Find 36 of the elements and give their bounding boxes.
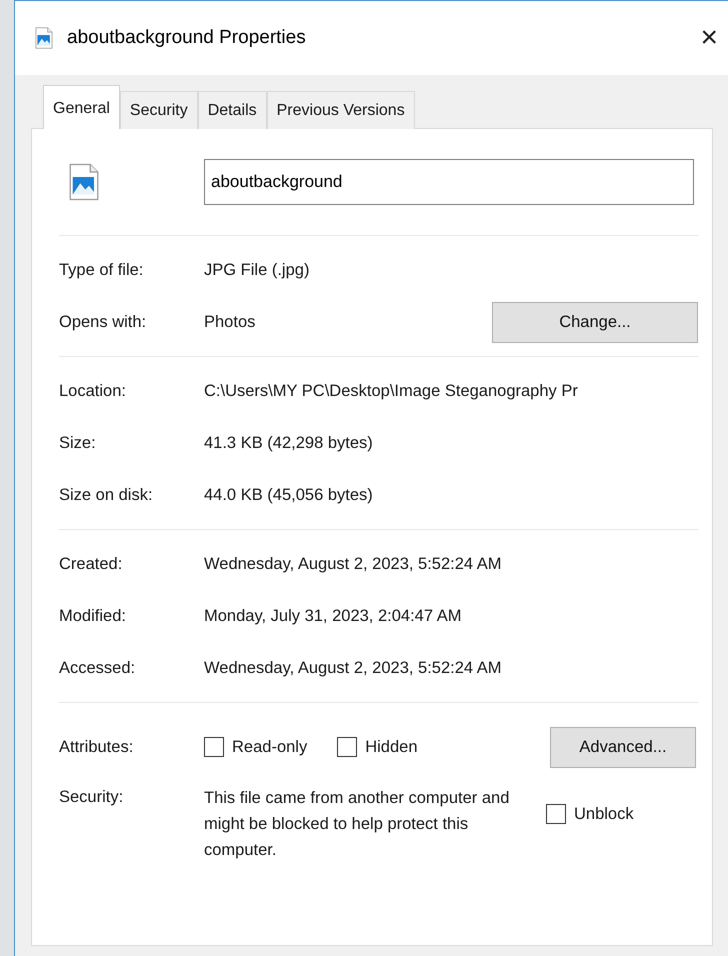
advanced-button[interactable]: Advanced...: [550, 726, 696, 768]
field-value: 44.0 KB (45,056 bytes): [204, 484, 373, 506]
file-name-field[interactable]: aboutbackground: [204, 159, 694, 205]
checkbox-label: Read-only: [232, 736, 308, 758]
field-value: Wednesday, August 2, 2023, 5:52:24 AM: [204, 658, 502, 679]
checkbox[interactable]: [546, 804, 566, 824]
field-value: Monday, July 31, 2023, 2:04:47 AM: [204, 606, 462, 627]
image-file-icon: [69, 163, 99, 201]
field-label: Size on disk:: [59, 484, 154, 506]
field-value: C:\Users\MY PC\Desktop\Image Steganography Pr: [204, 380, 578, 402]
field-label: Created:: [59, 554, 124, 575]
checkbox-label: Hidden: [365, 736, 418, 758]
field-label: Attributes:: [59, 736, 134, 758]
checkbox[interactable]: [204, 737, 224, 757]
field-label: Accessed:: [59, 658, 136, 679]
field-value: 41.3 KB (42,298 bytes): [204, 432, 373, 454]
tab[interactable]: Security: [120, 91, 198, 129]
change-button[interactable]: Change...: [492, 302, 698, 342]
field-value: JPG File (.jpg): [204, 260, 310, 281]
tab[interactable]: General: [43, 85, 120, 129]
tab[interactable]: Details: [198, 91, 267, 129]
field-value: Photos: [204, 312, 256, 333]
checkbox[interactable]: [337, 737, 358, 757]
field-label: Modified:: [59, 606, 127, 627]
close-button[interactable]: ×: [694, 22, 724, 54]
tab[interactable]: Previous Versions: [266, 91, 415, 129]
field-label: Security:: [59, 787, 124, 808]
field-value: Wednesday, August 2, 2023, 5:52:24 AM: [204, 554, 502, 575]
image-file-icon: [35, 27, 53, 49]
field-label: Location:: [59, 380, 127, 402]
checkbox-label: Unblock: [574, 804, 634, 825]
field-label: Size:: [59, 432, 97, 454]
window-title: aboutbackground Properties: [67, 26, 306, 50]
field-label: Opens with:: [59, 312, 148, 333]
security-message: This file came from another computer and might be blocked to help protect this computer.: [204, 788, 510, 861]
field-label: Type of file:: [59, 260, 144, 281]
